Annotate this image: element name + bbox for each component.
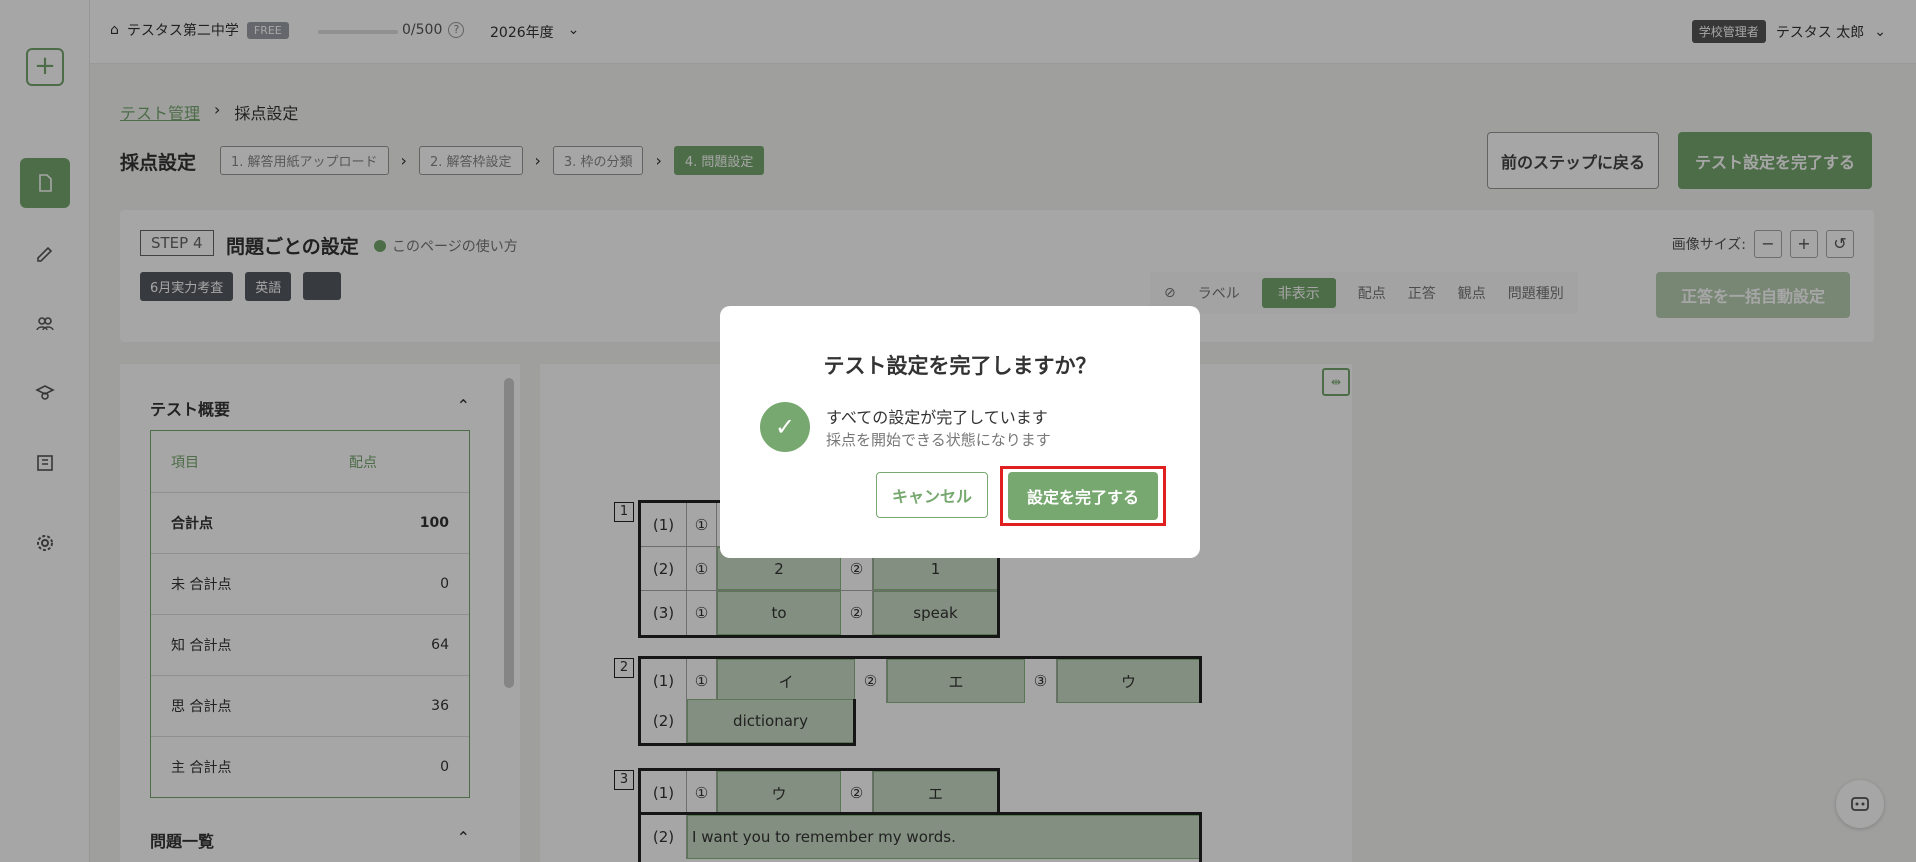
dialog-sub-message: 採点を開始できる状態になります — [826, 431, 1051, 449]
cancel-button[interactable]: キャンセル — [876, 472, 988, 518]
confirm-dialog: テスト設定を完了しますか？ ✓ すべての設定が完了しています 採点を開始できる状… — [720, 306, 1200, 558]
confirm-complete-button[interactable]: 設定を完了する — [1008, 472, 1158, 520]
check-icon: ✓ — [760, 402, 810, 452]
dialog-message: すべての設定が完了しています — [826, 408, 1048, 427]
highlight-box: 設定を完了する — [1000, 466, 1166, 526]
dialog-title: テスト設定を完了しますか？ — [823, 354, 1097, 378]
